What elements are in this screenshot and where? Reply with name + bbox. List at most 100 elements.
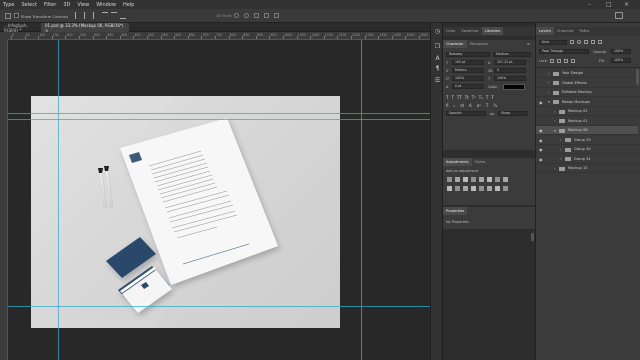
strikethrough-button[interactable]: Ŧ [491,95,493,100]
hue-saturation-icon[interactable] [487,177,492,182]
guide-horizontal-1[interactable] [8,113,430,114]
menu-type[interactable]: Type [3,2,14,8]
align-vcenter-icon[interactable] [111,12,117,19]
alternates-button[interactable]: A [469,103,472,108]
visibility-eye-icon[interactable]: ◉ [539,128,543,133]
align-hcenter-icon[interactable] [84,12,90,19]
discretionary-button[interactable]: ℴ [454,103,456,108]
lock-all-icon[interactable] [571,59,575,63]
menu-help[interactable]: Help [123,2,134,8]
layers-scrollbar[interactable] [636,69,639,85]
anti-alias-select[interactable]: Sharp [498,111,528,116]
3d-roll-icon[interactable] [244,13,249,18]
layer-row[interactable]: › Global Effects [536,79,638,88]
workspace-icon[interactable] [615,12,623,19]
faux-italic-button[interactable]: T [451,95,453,100]
layer-row[interactable]: ◉ › Group 31 [536,155,638,164]
tab-paragraph[interactable]: Paragraph [467,40,491,48]
layer-row[interactable]: ◉ ▾ Ready Mockups [536,98,638,107]
guide-horizontal-2[interactable] [8,119,430,120]
visibility-eye-icon[interactable]: ◉ [539,147,543,152]
chevron-right-icon[interactable]: › [548,71,550,76]
vertical-scale-field[interactable]: 100% [452,76,484,81]
layer-comps-icon[interactable]: ❒ [434,43,441,50]
minimize-icon[interactable]: – [588,1,591,8]
chevron-right-icon[interactable]: › [548,80,550,85]
brightness-icon[interactable] [447,177,452,182]
filter-shape-icon[interactable] [591,40,595,44]
font-style-select[interactable]: Medium [493,52,531,57]
tab-styles[interactable]: Styles [472,158,489,166]
faux-bold-button[interactable]: T [446,95,448,100]
blend-mode-select[interactable]: Pass Through [539,49,589,54]
visibility-eye-icon[interactable]: ◉ [539,100,543,105]
tab-color[interactable]: Color [443,27,458,35]
all-caps-button[interactable]: TT [457,95,462,100]
libraries-icon[interactable]: ☰ [434,77,441,84]
leading-field[interactable]: 107.22 pt [494,60,526,65]
paragraph-panel-icon[interactable]: ¶ [434,65,441,72]
tab-layers[interactable]: Layers [536,27,554,35]
horizontal-ruler[interactable]: 0 50 100 150 200 250 300 350 400 450 500 550 600 650 7… [8,32,430,40]
kerning-field[interactable]: Metrics [452,68,484,73]
guide-horizontal-3[interactable] [8,306,430,307]
levels-icon[interactable] [455,177,460,182]
lock-transparency-icon[interactable] [550,59,554,63]
font-size-field[interactable]: 105 pt [452,60,484,65]
move-tool-icon[interactable] [5,13,11,19]
visibility-eye-icon[interactable]: ◉ [539,157,543,162]
document-canvas[interactable] [31,96,340,328]
visibility-eye-icon[interactable]: ◉ [539,138,543,143]
invert-icon[interactable] [471,186,476,191]
photo-filter-icon[interactable] [447,186,452,191]
3d-pan-icon[interactable] [254,13,259,18]
chevron-right-icon[interactable]: › [554,118,556,123]
3d-scale-icon[interactable] [274,13,279,18]
layer-row[interactable]: › Mockup 01 [536,117,638,126]
color-lookup-icon[interactable] [463,186,468,191]
text-color-swatch[interactable] [503,84,525,90]
chevron-right-icon[interactable]: › [560,156,562,161]
layer-row[interactable]: › Mockup 02 [536,107,638,116]
menu-select[interactable]: Select [21,2,36,8]
align-bottom-icon[interactable] [120,12,126,19]
layer-filter-select[interactable]: Kind [539,40,567,45]
selective-color-icon[interactable] [495,186,500,191]
panel-scrollbar[interactable] [531,233,534,241]
posterize-icon[interactable] [479,186,484,191]
guide-vertical-1[interactable] [58,40,59,360]
ordinal-button[interactable]: aᵃ [477,103,481,108]
underline-button[interactable]: T [486,95,488,100]
character-panel-icon[interactable]: A [434,55,441,62]
exposure-icon[interactable] [471,177,476,182]
maximize-icon[interactable]: □ [606,1,612,8]
fractions-button[interactable]: ½ [493,103,497,108]
threshold-icon[interactable] [487,186,492,191]
swash-button[interactable]: st [460,103,464,108]
tab-paths[interactable]: Paths [577,27,593,35]
subscript-button[interactable]: T₁ [479,95,483,100]
menu-3d[interactable]: 3D [63,2,70,8]
tab-properties[interactable]: Properties [443,207,468,215]
align-left-icon[interactable] [75,12,81,19]
fill-field[interactable]: 100% [611,58,631,63]
superscript-button[interactable]: T¹ [472,95,476,100]
curves-icon[interactable] [463,177,468,182]
chevron-down-icon[interactable]: ▾ [548,99,550,104]
filter-adjust-icon[interactable] [577,40,581,44]
horizontal-scale-field[interactable]: 100% [494,76,526,81]
filter-smart-icon[interactable] [598,40,602,44]
chevron-right-icon[interactable]: › [548,90,550,95]
layer-row[interactable]: ◉ › Group 29 [536,136,638,145]
opacity-field[interactable]: 100% [611,49,631,54]
vibrance-icon[interactable] [479,177,484,182]
gradient-map-icon[interactable] [503,186,508,191]
filter-type-icon[interactable] [584,40,588,44]
align-right-icon[interactable] [93,12,99,19]
tab-character[interactable]: Character [443,40,467,48]
titling-button[interactable]: T [486,103,488,108]
layer-row[interactable]: ◉ › Group 30 [536,145,638,154]
3d-rotate-icon[interactable] [234,13,239,18]
tab-document-1[interactable]: ...Infoglyph, RGB/8) * [0,23,40,33]
tab-document-2[interactable]: 01.psd @ 33.3% (Mockup 06, RGB/16*) × [41,23,129,33]
